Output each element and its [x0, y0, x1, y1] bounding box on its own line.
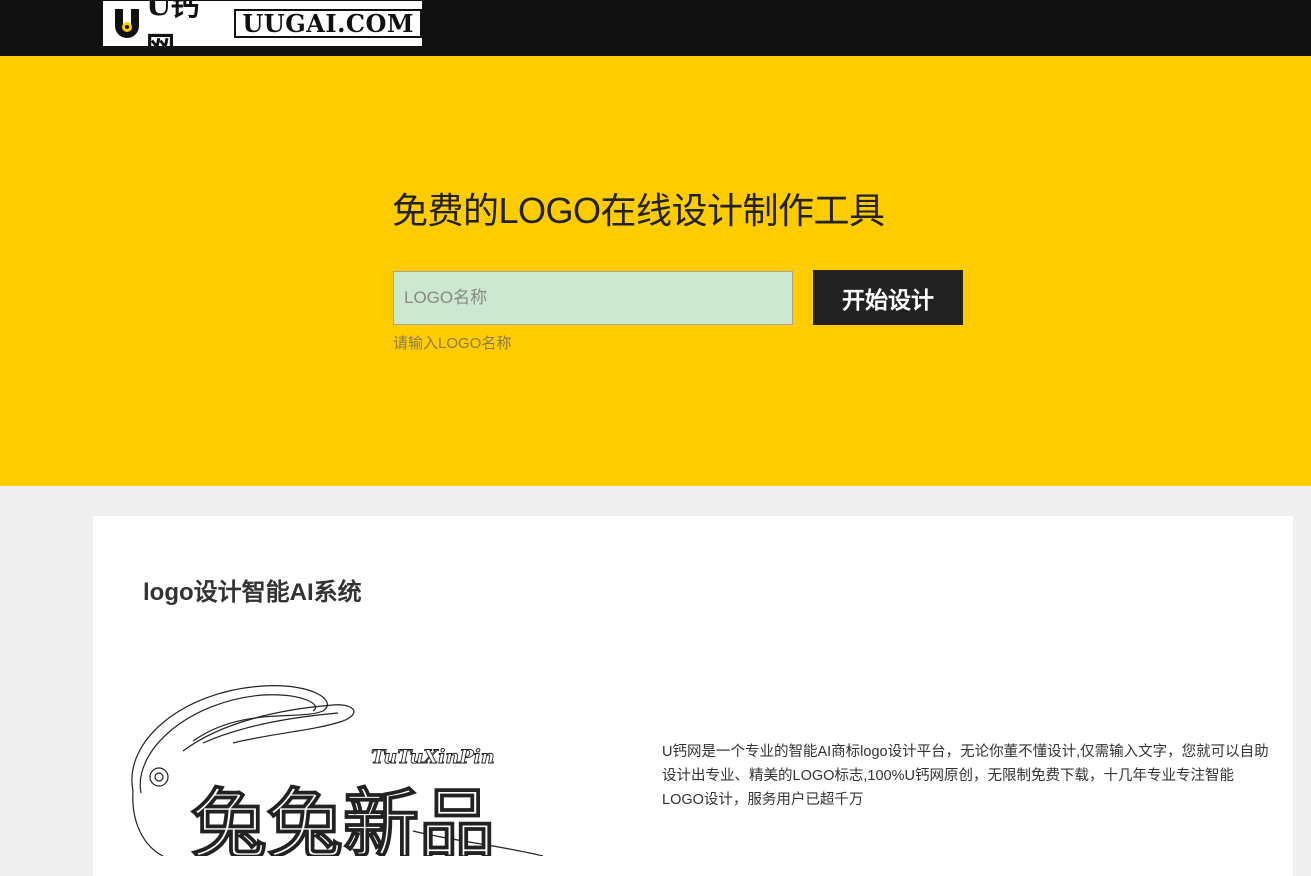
logo-name-input[interactable]	[393, 271, 793, 325]
example-logo-cn-text: 兔兔新品	[191, 780, 495, 856]
start-design-button[interactable]: 开始设计	[813, 270, 963, 325]
u-gear-logo-icon	[112, 7, 142, 41]
logo-domain-text: UUGAI.COM	[234, 9, 422, 38]
example-logo-illustration: TuTuXinPin 兔兔新品	[123, 681, 544, 870]
top-navbar: U钙网 UUGAI.COM	[0, 0, 1311, 64]
content-card: logo设计智能AI系统 TuTuXinPin 兔兔新品 U钙网是一个专业的智能…	[93, 516, 1293, 876]
site-logo[interactable]: U钙网 UUGAI.COM	[103, 0, 422, 64]
example-logo-en-text: TuTuXinPin	[371, 746, 495, 768]
input-hint: 请输入LOGO名称	[393, 335, 512, 352]
section-title: logo设计智能AI系统	[143, 579, 362, 606]
platform-description: U钙网是一个专业的智能AI商标logo设计平台，无论你董不懂设计,仅需输入文字，…	[662, 744, 1269, 808]
hero-title: 免费的LOGO在线设计制作工具	[392, 190, 885, 231]
hero-banner: 免费的LOGO在线设计制作工具 开始设计 请输入LOGO名称	[0, 56, 1311, 486]
